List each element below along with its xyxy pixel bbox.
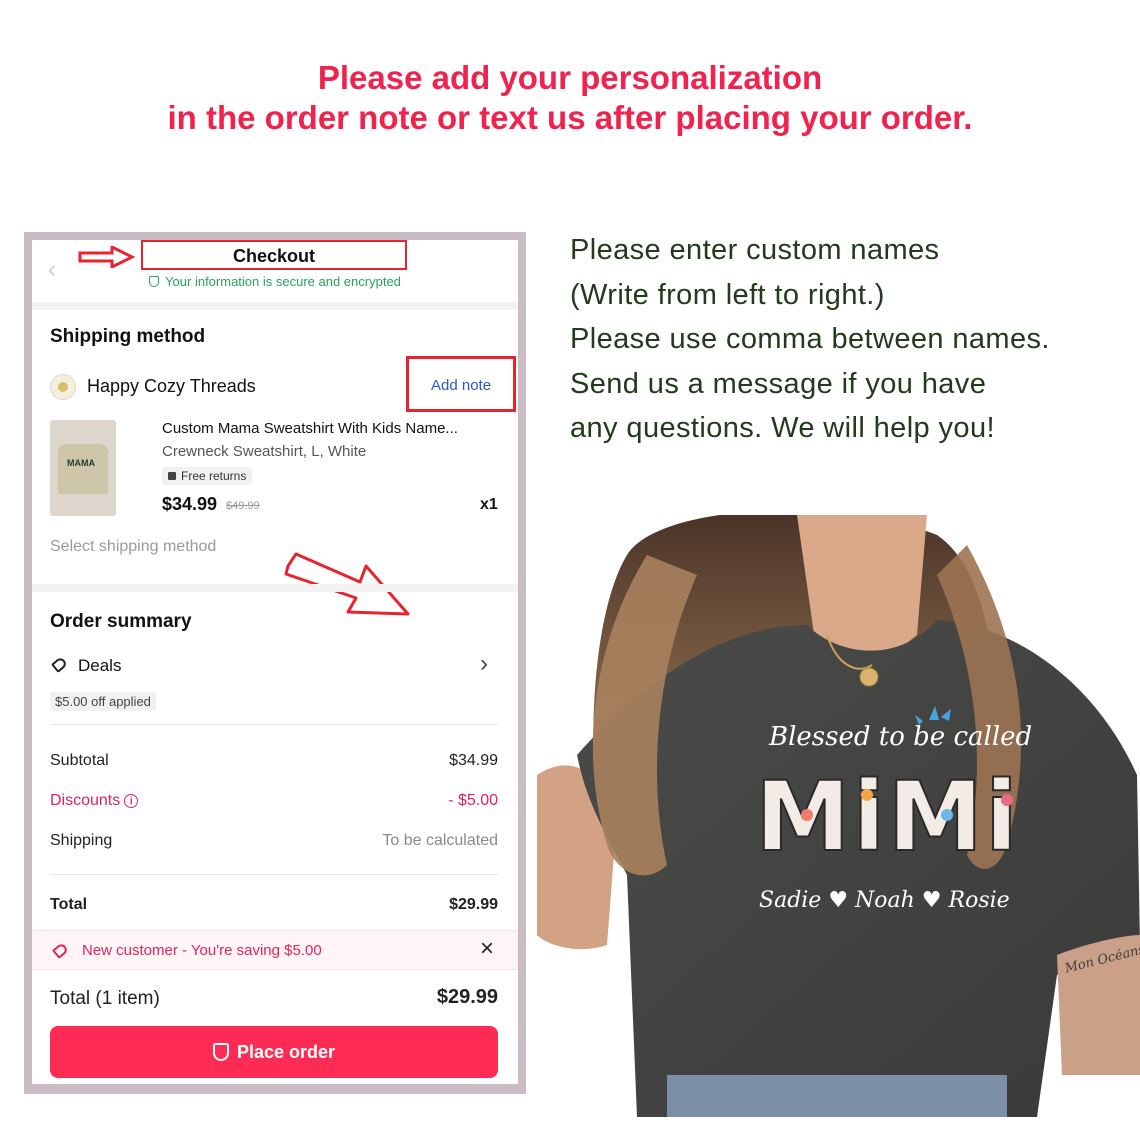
close-icon[interactable]: ×	[480, 935, 494, 963]
total-items-value: $29.99	[436, 986, 498, 1008]
banner-line-2: in the order note or text us after placi…	[167, 99, 973, 136]
place-order-label: Place order	[236, 1042, 336, 1062]
deals-label[interactable]: Deals	[78, 656, 121, 676]
checkout-header: ‹ Checkout Your information is secure an…	[32, 240, 518, 310]
instructions: Please enter custom names (Write from le…	[570, 228, 1050, 451]
print-names: Sadie ♥ Noah ♥ Rosie	[759, 888, 1010, 913]
instruction-line: Send us a message if you have	[570, 367, 987, 400]
print-line-1: Blessed to be called	[768, 722, 1032, 752]
promo-text: New customer - You're saving $5.00	[82, 942, 322, 959]
instruction-line: any questions. We will help you!	[570, 412, 995, 444]
discounts-label: Discounts	[50, 792, 121, 809]
shipping-label: Shipping	[50, 832, 113, 849]
checkout-screenshot: ‹ Checkout Your information is secure an…	[24, 232, 526, 1094]
thumbnail-print: MAMA	[67, 458, 95, 468]
place-order-button[interactable]: Place order	[50, 1026, 498, 1078]
new-customer-promo: New customer - You're saving $5.00 ×	[32, 930, 518, 970]
product-title[interactable]: Custom Mama Sweatshirt With Kids Name...	[162, 420, 458, 437]
instruction-line: (Write from left to right.)	[570, 278, 885, 311]
add-note-link[interactable]: Add note	[431, 377, 491, 394]
discounts-value: - $5.00	[448, 792, 498, 809]
section-divider	[32, 584, 518, 592]
subtotal-label: Subtotal	[50, 752, 109, 769]
print-big-text: MiMi	[755, 761, 1020, 873]
total-value: $29.99	[449, 896, 498, 913]
shield-check-icon	[149, 276, 160, 287]
deals-applied-badge: $5.00 off applied	[50, 692, 156, 711]
info-icon[interactable]: i	[124, 794, 139, 808]
order-summary-title: Order summary	[50, 611, 192, 632]
tag-icon	[50, 656, 69, 673]
divider	[50, 724, 498, 725]
total-label: Total	[50, 896, 88, 913]
divider	[50, 874, 498, 875]
store-name: Happy Cozy Threads	[87, 376, 256, 396]
promo-tag-icon	[51, 942, 70, 959]
sweatshirt-image	[58, 444, 108, 494]
select-shipping-method[interactable]: Select shipping method	[50, 538, 216, 556]
returns-icon	[168, 472, 176, 480]
total-items-label: Total (1 item)	[50, 988, 160, 1009]
annotation-arrow-icon	[78, 246, 136, 268]
secure-text: Your information is secure and encrypted	[165, 274, 401, 289]
secure-notice: Your information is secure and encrypted	[32, 274, 518, 289]
instruction-line: Please enter custom names	[570, 234, 940, 266]
product-thumbnail[interactable]: MAMA	[50, 420, 116, 516]
store-logo	[50, 374, 76, 400]
model-wearing-tshirt-image: Mon Océans Blessed to be called MiMi Sad…	[537, 515, 1140, 1117]
checkout-title: Checkout	[141, 240, 407, 270]
free-returns-text: Free returns	[181, 469, 247, 483]
product-original-price: $49.99	[226, 500, 260, 512]
checkout-screen: ‹ Checkout Your information is secure an…	[32, 240, 518, 1084]
chevron-right-icon[interactable]: ›	[480, 650, 488, 678]
product-price: $34.99	[162, 494, 218, 514]
banner-line-1: Please add your personalization	[317, 59, 823, 96]
instruction-line: Please use comma between names.	[570, 323, 1050, 355]
product-photo: Mon Océans Blessed to be called MiMi Sad…	[537, 515, 1140, 1117]
discounts-row: Discounts i	[50, 792, 139, 810]
subtotal-value: $34.99	[449, 752, 498, 769]
shipping-method-title: Shipping method	[50, 326, 206, 347]
product-variant: Crewneck Sweatshirt, L, White	[162, 443, 367, 460]
free-returns-badge: Free returns	[162, 467, 253, 485]
shield-icon	[212, 1043, 229, 1061]
personalization-banner: Please add your personalization in the o…	[0, 58, 1140, 138]
shipping-value: To be calculated	[382, 832, 498, 849]
product-quantity: x1	[480, 496, 498, 513]
